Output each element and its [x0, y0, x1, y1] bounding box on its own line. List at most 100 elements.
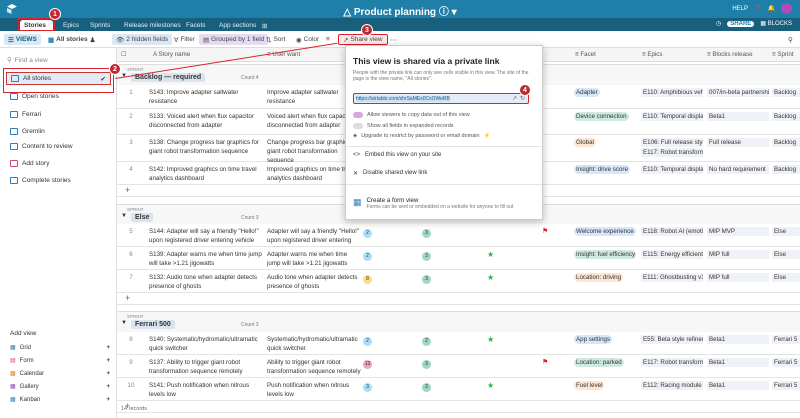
sprint-cell[interactable]: Else [772, 250, 800, 259]
hidden-fields-button[interactable]: 👁 2 hidden fields [112, 34, 173, 45]
column-story-name[interactable]: A Story name [153, 51, 190, 58]
tab-facets[interactable]: Facets [182, 20, 210, 31]
facet-cell[interactable]: Fuel level [574, 381, 605, 390]
story-name-cell[interactable]: S143: Improve adapter saltwater resistan… [149, 88, 263, 106]
user-want-cell[interactable]: Push notification when nitrous levels lo… [267, 381, 362, 399]
add-calendar-view[interactable]: ▩ Calendar + [10, 370, 110, 378]
collapse-group-icon[interactable]: ▼ [121, 320, 127, 326]
blocks-release-cell[interactable]: No hard requirement [707, 165, 769, 174]
user-want-cell[interactable]: Audio tone when adapter detects presence… [267, 273, 362, 291]
sprint-cell[interactable]: Ferrari 5 [772, 381, 800, 390]
share-button[interactable]: SHARE [727, 20, 755, 27]
add-record-button[interactable]: + [117, 401, 800, 413]
facet-cell[interactable]: App settings [574, 335, 613, 344]
facet-cell[interactable]: Device connection [574, 112, 629, 121]
table-row[interactable]: 7 S132: Audio tone when adapter detects p… [117, 270, 800, 293]
add-kanban-view[interactable]: ▦ Kanban + [10, 396, 110, 404]
group-header[interactable]: ▼ SPRINT Ferrari 500 Count 3 [117, 311, 800, 332]
blocks-release-cell[interactable]: Beta1 [707, 358, 769, 367]
facet-cell[interactable]: Insight: drive score [574, 165, 630, 174]
avatar[interactable] [781, 3, 792, 14]
blocks-release-cell[interactable]: Beta1 [707, 112, 769, 121]
add-table-icon[interactable]: ⊞ [258, 20, 271, 31]
views-toggle-button[interactable]: ☰ VIEWS [4, 34, 41, 45]
create-form-option[interactable]: ▦ Create a form view Forms can be sent o… [353, 197, 513, 210]
epics-cell[interactable]: E115: Energy efficient temp [641, 250, 703, 259]
base-title[interactable]: △ Product planning ⓘ ▾ [0, 3, 800, 18]
story-name-cell[interactable]: S144: Adapter will say a friendly "Hello… [149, 227, 263, 245]
epics-cell[interactable]: E112: Racing module v1 [641, 381, 703, 390]
table-row[interactable]: 9 S137: Ability to trigger giant robot tr… [117, 355, 800, 378]
epics-cell[interactable]: E110: Temporal displaceme [641, 165, 703, 174]
epics-cell[interactable]: E55: Beta style refinement [641, 335, 703, 344]
select-all-checkbox[interactable]: ☐ [121, 51, 127, 58]
filter-button[interactable]: ∀ Filter [170, 34, 199, 45]
blocks-release-cell[interactable]: MIP full [707, 273, 769, 282]
table-row[interactable]: 5 S144: Adapter will say a friendly "Hell… [117, 224, 800, 253]
sprint-cell[interactable]: Else [772, 273, 800, 282]
add-record-button[interactable]: + [117, 293, 800, 305]
help-button[interactable]: HELP [732, 6, 748, 12]
add-form-view[interactable]: ▤ Form + [10, 357, 110, 365]
allow-copy-toggle[interactable]: Allow viewers to copy data out of this v… [353, 112, 470, 118]
tab-sprints[interactable]: Sprints [86, 20, 114, 31]
sprint-cell[interactable]: Backlog [772, 88, 800, 97]
user-want-cell[interactable]: Adapter warns me when time jump will tak… [267, 250, 362, 268]
column-facet[interactable]: ≡ Facet [575, 51, 596, 58]
table-row[interactable]: 6 S139: Adapter warns me when time jump w… [117, 247, 800, 270]
collapse-group-icon[interactable]: ▼ [121, 213, 127, 219]
blocks-release-cell[interactable]: Full release [707, 138, 769, 147]
table-row[interactable]: 8 S140: Systematic/hydromatic/ultramatic … [117, 332, 800, 355]
view-item-ferrari[interactable]: Ferrari [6, 108, 111, 121]
view-item-content-to-review[interactable]: Content to review [6, 140, 111, 153]
tab-release-milestones[interactable]: Release milestones [120, 20, 185, 31]
view-item-add-story[interactable]: Add story [6, 157, 111, 170]
blocks-release-cell[interactable]: 007/in-beta partnership [707, 88, 769, 97]
epics-cell[interactable]: E111: Ghostbusting v1 [641, 273, 703, 282]
color-button[interactable]: ◉ Color [292, 34, 323, 45]
epics-cell[interactable]: E118: Robot AI (emotional i [641, 227, 703, 236]
restrict-access-option[interactable]: ◈ Upgrade to restrict by password or emai… [353, 133, 490, 139]
blocks-release-cell[interactable]: MIP MVP [707, 227, 769, 236]
epics-cell[interactable]: E117: Robot transformation [641, 358, 703, 367]
column-sprint[interactable]: ≡ Sprint [772, 51, 794, 58]
facet-cell[interactable]: Global [574, 138, 596, 147]
share-view-button[interactable]: ↗ Share view [338, 34, 388, 45]
user-want-cell[interactable]: Systematic/hydromatic/ultramatic quick s… [267, 335, 362, 353]
facet-cell[interactable]: Insight: fuel efficiency [574, 250, 636, 259]
story-name-cell[interactable]: S137: Ability to trigger giant robot tra… [149, 358, 263, 376]
story-name-cell[interactable]: S139: Adapter warns me when time jump wi… [149, 250, 263, 268]
search-icon[interactable]: ⚲ [784, 34, 797, 45]
tab-app-sections[interactable]: App sections [215, 20, 260, 31]
notifications-icon[interactable]: 🔔 [768, 5, 775, 12]
story-name-cell[interactable]: S138: Change progress bar graphics for g… [149, 138, 263, 156]
user-want-cell[interactable]: Ability to trigger giant robot transform… [267, 358, 362, 376]
tab-epics[interactable]: Epics [59, 20, 83, 31]
story-name-cell[interactable]: S140: Systematic/hydromatic/ultramatic q… [149, 335, 263, 353]
epics-cell[interactable]: E110: Temporal displaceme [641, 112, 703, 121]
table-row[interactable]: 10 S141: Push notification when nitrous l… [117, 378, 800, 401]
story-name-cell[interactable]: S133: Voiced alert when flux capacitor d… [149, 112, 263, 130]
sprint-cell[interactable]: Ferrari 5 [772, 335, 800, 344]
facet-cell[interactable]: Welcome experience [574, 227, 636, 236]
embed-view-option[interactable]: <> Embed this view on your site [353, 152, 441, 158]
current-view-button[interactable]: ▦ All stories ♟ [44, 34, 99, 45]
column-epics[interactable]: ≡ Epics [642, 51, 663, 58]
view-item-complete-stories[interactable]: Complete stories [6, 174, 111, 187]
find-view-input[interactable]: ⚲ Find a view [7, 54, 111, 66]
add-grid-view[interactable]: ▦ Grid + [10, 344, 110, 352]
sprint-cell[interactable]: Backlog [772, 165, 800, 174]
sprint-cell[interactable]: Backlog [772, 138, 800, 147]
view-item-gremlin[interactable]: Gremlin [6, 125, 111, 138]
sort-button[interactable]: ⇅ Sort [262, 34, 289, 45]
story-name-cell[interactable]: S141: Push notification when nitrous lev… [149, 381, 263, 399]
open-link-icon[interactable]: ↗ [512, 95, 517, 102]
facet-cell[interactable]: Location: driving [574, 273, 624, 282]
blocks-release-cell[interactable]: Beta1 [707, 335, 769, 344]
disable-link-option[interactable]: ✕ Disable shared view link [353, 170, 427, 177]
story-name-cell[interactable]: S132: Audio tone when adapter detects pr… [149, 273, 263, 291]
epics-cell[interactable]: E117: Robot transformation [641, 148, 703, 157]
sprint-cell[interactable]: Backlog [772, 112, 800, 121]
history-icon[interactable]: ◷ [716, 20, 721, 27]
blocks-release-cell[interactable]: Beta1 [707, 381, 769, 390]
